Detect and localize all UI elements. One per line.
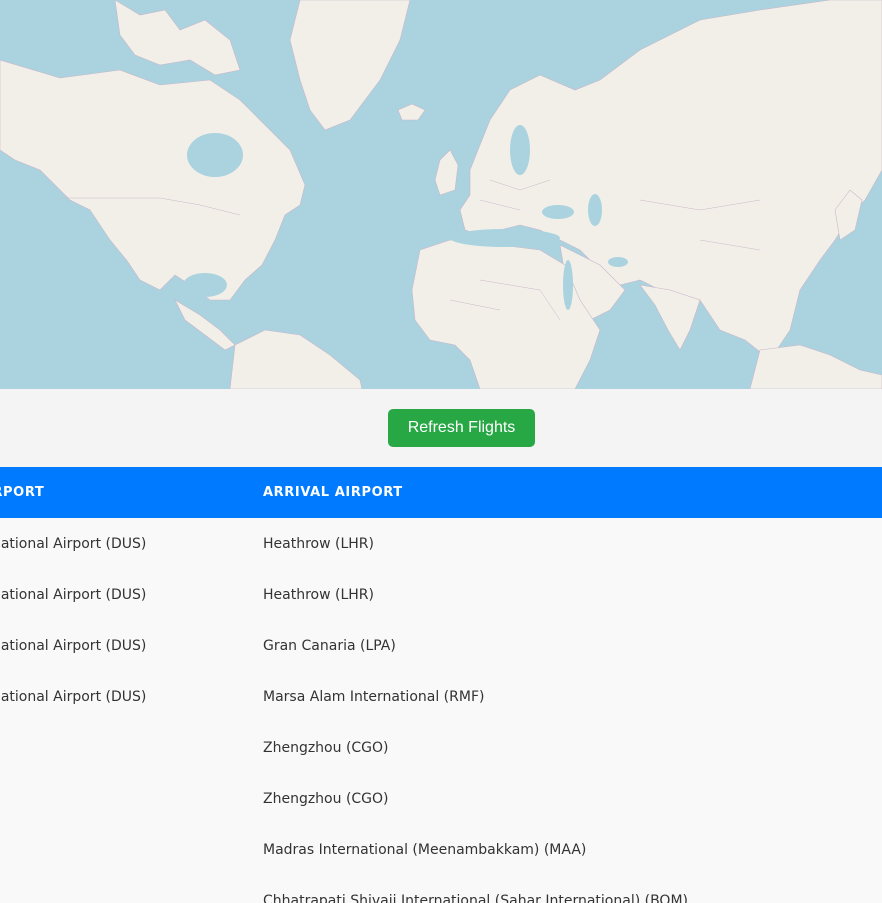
table-row[interactable]: Düsseldorf International Airport (DUS) M… xyxy=(0,671,882,722)
departure-cell: Düsseldorf International Airport (DUS) xyxy=(0,688,147,705)
refresh-flights-button[interactable]: Refresh Flights xyxy=(388,409,535,447)
persian-gulf-water xyxy=(608,257,628,267)
red-sea-water xyxy=(563,260,573,310)
mediterranean-water xyxy=(450,229,560,247)
world-map[interactable] xyxy=(0,0,882,389)
arrival-cell: Gran Canaria (LPA) xyxy=(263,637,396,654)
departure-cell: Düsseldorf International Airport (DUS) xyxy=(0,637,147,654)
hudson-bay-water xyxy=(187,133,243,177)
arrival-cell: Zhengzhou (CGO) xyxy=(263,739,389,756)
toolbar: Refresh Flights xyxy=(0,389,882,467)
table-row[interactable]: Madras International (Meenambakkam) (MAA… xyxy=(0,824,882,875)
caspian-sea-water xyxy=(588,194,602,226)
arrival-cell: Chhatrapati Shivaji International (Sahar… xyxy=(263,892,688,903)
table-header-row: DEPARTURE AIRPORT ARRIVAL AIRPORT xyxy=(0,467,882,518)
departure-cell xyxy=(0,875,263,903)
header-departure-airport: DEPARTURE AIRPORT xyxy=(0,485,45,500)
departure-cell: Düsseldorf International Airport (DUS) xyxy=(0,586,147,603)
arrival-cell: Heathrow (LHR) xyxy=(263,586,374,603)
departure-cell xyxy=(0,722,263,773)
gulf-of-mexico-water xyxy=(183,273,227,297)
departure-cell xyxy=(0,773,263,824)
baltic-sea-water xyxy=(510,125,530,175)
table-row[interactable]: Zhengzhou (CGO) xyxy=(0,773,882,824)
table-row[interactable]: Düsseldorf International Airport (DUS) H… xyxy=(0,569,882,620)
map-canvas xyxy=(0,0,882,389)
arrival-cell: Heathrow (LHR) xyxy=(263,535,374,552)
departure-cell: Düsseldorf International Airport (DUS) xyxy=(0,535,147,552)
arrival-cell: Marsa Alam International (RMF) xyxy=(263,688,485,705)
flights-table-container[interactable]: DEPARTURE AIRPORT ARRIVAL AIRPORT Düssel… xyxy=(0,467,882,903)
flights-table: DEPARTURE AIRPORT ARRIVAL AIRPORT Düssel… xyxy=(0,467,882,903)
arrival-cell: Madras International (Meenambakkam) (MAA… xyxy=(263,841,587,858)
table-row[interactable]: Düsseldorf International Airport (DUS) G… xyxy=(0,620,882,671)
departure-cell xyxy=(0,824,263,875)
black-sea-water xyxy=(542,205,574,219)
table-row[interactable]: Düsseldorf International Airport (DUS) H… xyxy=(0,518,882,569)
table-row[interactable]: Zhengzhou (CGO) xyxy=(0,722,882,773)
arrival-cell: Zhengzhou (CGO) xyxy=(263,790,389,807)
header-arrival-airport: ARRIVAL AIRPORT xyxy=(263,485,403,500)
table-row[interactable]: Chhatrapati Shivaji International (Sahar… xyxy=(0,875,882,903)
